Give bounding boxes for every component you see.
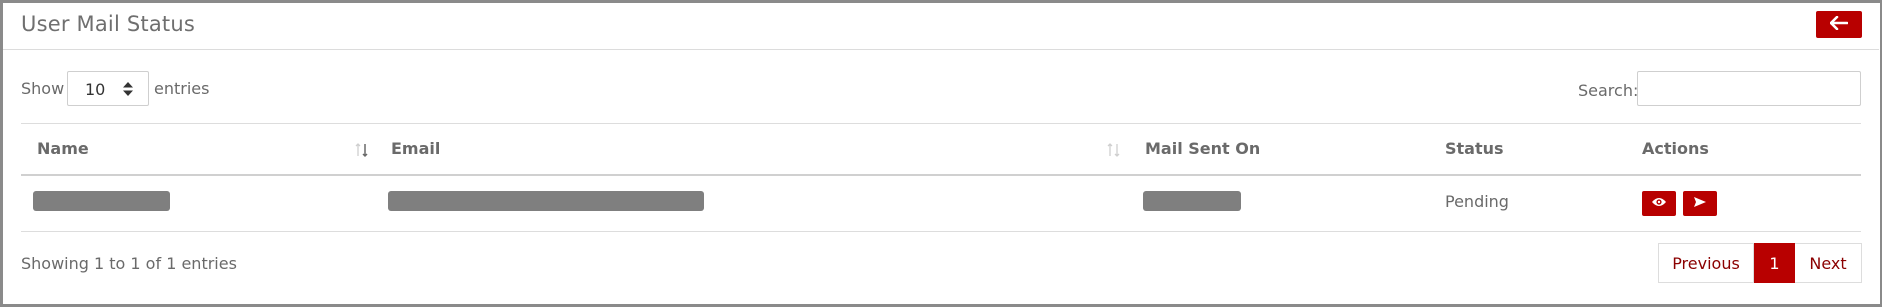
send-mail-button[interactable] — [1683, 191, 1717, 216]
page-title: User Mail Status — [21, 12, 195, 36]
column-header-status[interactable]: Status — [1445, 139, 1504, 158]
back-button[interactable] — [1816, 11, 1862, 38]
search-input[interactable] — [1637, 71, 1861, 106]
header-divider — [3, 49, 1879, 50]
view-button[interactable] — [1642, 191, 1676, 216]
table-bottom-border — [21, 231, 1861, 232]
arrow-left-icon — [1829, 15, 1849, 33]
show-label: Show — [21, 79, 65, 98]
name-cell-redacted — [33, 191, 170, 211]
entries-per-page-value: 10 — [85, 80, 106, 99]
select-arrows-icon — [122, 81, 134, 97]
table-info: Showing 1 to 1 of 1 entries — [21, 254, 237, 273]
sort-desc-icon[interactable] — [354, 141, 370, 159]
table-top-border — [21, 123, 1861, 124]
status-cell: Pending — [1445, 192, 1509, 211]
pagination-next[interactable]: Next — [1795, 243, 1862, 283]
entries-label: entries — [154, 79, 210, 98]
pagination-page-1[interactable]: 1 — [1754, 243, 1795, 283]
search-label: Search: — [1578, 81, 1639, 100]
panel — [0, 0, 1882, 307]
pagination: Previous 1 Next — [1658, 243, 1862, 283]
send-icon — [1693, 196, 1707, 211]
eye-icon — [1651, 196, 1667, 211]
sort-both-icon[interactable] — [1106, 141, 1122, 159]
email-cell-redacted — [388, 191, 704, 211]
mail-sent-on-cell-redacted — [1143, 191, 1241, 211]
entries-per-page-select[interactable]: 10 — [67, 71, 149, 106]
table-header-divider — [21, 174, 1861, 176]
column-header-mail-sent-on[interactable]: Mail Sent On — [1145, 139, 1260, 158]
column-header-actions: Actions — [1642, 139, 1709, 158]
column-header-name[interactable]: Name — [37, 139, 89, 158]
pagination-previous[interactable]: Previous — [1658, 243, 1754, 283]
column-header-email[interactable]: Email — [391, 139, 440, 158]
